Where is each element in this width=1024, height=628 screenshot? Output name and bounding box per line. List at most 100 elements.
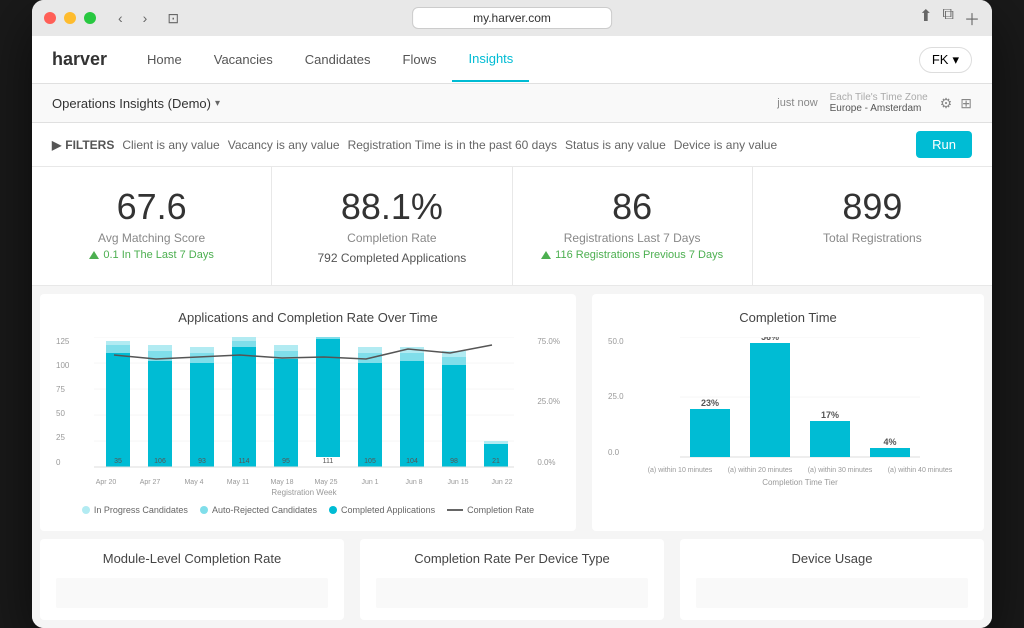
x-label-9: Jun 22 — [480, 479, 524, 486]
svg-text:4%: 4% — [883, 437, 896, 447]
completion-rate-device-chart: Completion Rate Per Device Type — [360, 539, 664, 620]
app-logo: harver — [52, 49, 107, 70]
tab-button[interactable]: ⊡ — [161, 8, 185, 29]
cx-axis-title: Completion Time Tier — [640, 478, 960, 487]
filter-status[interactable]: Status is any value — [565, 138, 666, 152]
svg-text:106: 106 — [154, 458, 166, 465]
up-arrow-icon — [89, 251, 99, 259]
nav-home[interactable]: Home — [131, 37, 198, 82]
metric-value-total: 899 — [773, 187, 972, 227]
applications-bar-chart-svg: 88.6% 35 84.9% 106 — [84, 337, 524, 477]
y-label-25: 25 — [56, 433, 69, 442]
sub-nav-icons: ⚙ ⊞ — [940, 95, 972, 112]
x-label-8: Jun 15 — [436, 479, 480, 486]
svg-text:17%: 17% — [821, 410, 839, 420]
bar-group-8: 89.8% 98 — [442, 337, 466, 467]
y-label-50: 50 — [56, 409, 69, 418]
share-icon[interactable]: ⬆ — [919, 6, 932, 30]
legend-rate-line — [447, 509, 463, 511]
cy-label-25: 25.0 — [608, 392, 624, 401]
module-completion-chart: Module-Level Completion Rate — [40, 539, 344, 620]
device-usage-placeholder — [696, 578, 968, 608]
nav-candidates[interactable]: Candidates — [289, 37, 387, 82]
svg-text:56%: 56% — [761, 337, 779, 342]
x-label-7: Jun 8 — [392, 479, 436, 486]
completion-rate-device-title: Completion Rate Per Device Type — [376, 551, 648, 566]
svg-text:93: 93 — [198, 458, 206, 465]
x-label-0: Apr 20 — [84, 479, 128, 486]
legend-rejected-label: Auto-Rejected Candidates — [212, 505, 317, 515]
grid-icon[interactable]: ⊞ — [960, 95, 972, 112]
filters-text: FILTERS — [65, 138, 114, 152]
title-bar: ‹ › ⊡ my.harver.com ⬆ ⧉ ＋ — [32, 0, 992, 36]
completion-rate-device-placeholder — [376, 578, 648, 608]
svg-text:35: 35 — [114, 458, 122, 465]
user-initials: FK — [932, 52, 949, 67]
nav-vacancies[interactable]: Vacancies — [198, 37, 289, 82]
run-button[interactable]: Run — [916, 131, 972, 158]
completion-chart-svg: 23% 56% 17% 4% — [640, 337, 960, 467]
cx-label-40min: (a) within 40 minutes — [880, 467, 960, 474]
x-label-6: Jun 1 — [348, 479, 392, 486]
completion-y-axis: 50.0 25.0 0.0 — [608, 337, 624, 457]
x-label-4: May 18 — [260, 479, 304, 486]
filter-client[interactable]: Client is any value — [122, 138, 219, 152]
nav-insights[interactable]: Insights — [452, 37, 529, 82]
module-completion-placeholder — [56, 578, 328, 608]
applications-chart-title: Applications and Completion Rate Over Ti… — [56, 310, 560, 325]
browser-toolbar: ⬆ ⧉ ＋ — [919, 6, 980, 30]
completion-time-chart: Completion Time 50.0 25.0 0.0 23% — [592, 294, 984, 531]
add-tab-icon[interactable]: ＋ — [964, 6, 980, 30]
nav-flows[interactable]: Flows — [387, 37, 453, 82]
rate-label-0: 0.0% — [537, 458, 560, 467]
bar-group-1: 84.9% 106 — [148, 337, 172, 467]
x-axis-labels: Apr 20 Apr 27 May 4 May 11 May 18 May 25… — [84, 479, 524, 486]
chevron-down-icon: ▾ — [952, 52, 959, 68]
forward-button[interactable]: › — [137, 8, 154, 28]
comp-bar-20min — [750, 343, 790, 457]
filter-registration-time[interactable]: Registration Time is in the past 60 days — [348, 138, 557, 152]
metrics-row: 67.6 Avg Matching Score 0.1 In The Last … — [32, 167, 992, 286]
svg-text:104: 104 — [406, 458, 418, 465]
duplicate-icon[interactable]: ⧉ — [943, 6, 954, 30]
legend-completed: Completed Applications — [329, 505, 435, 515]
dropdown-arrow-icon: ▾ — [215, 98, 220, 109]
user-menu[interactable]: FK ▾ — [919, 47, 972, 73]
svg-text:21: 21 — [492, 458, 500, 465]
filter-vacancy[interactable]: Vacancy is any value — [228, 138, 340, 152]
metric-label-registrations: Registrations Last 7 Days — [533, 231, 732, 245]
chart-legend: In Progress Candidates Auto-Rejected Can… — [56, 505, 560, 515]
y-axis: 125 100 75 50 25 0 — [56, 337, 69, 467]
timezone-label: Each Tile's Time Zone Europe - Amsterdam — [830, 92, 928, 114]
module-completion-title: Module-Level Completion Rate — [56, 551, 328, 566]
address-bar[interactable]: my.harver.com — [412, 7, 612, 29]
svg-text:98: 98 — [450, 458, 458, 465]
settings-icon[interactable]: ⚙ — [940, 95, 953, 112]
sub-nav-right: just now Each Tile's Time Zone Europe - … — [777, 92, 972, 114]
legend-completed-dot — [329, 506, 337, 514]
filters-label: ▶ FILTERS — [52, 138, 114, 152]
back-button[interactable]: ‹ — [112, 8, 129, 28]
minimize-button[interactable] — [64, 12, 76, 24]
dashboard-selector[interactable]: Operations Insights (Demo) ▾ — [52, 96, 220, 111]
x-label-1: Apr 27 — [128, 479, 172, 486]
metric-sub-completion: 792 Completed Applications — [292, 251, 491, 265]
y-label-75: 75 — [56, 385, 69, 394]
svg-text:105: 105 — [364, 458, 376, 465]
app-nav: harver Home Vacancies Candidates Flows I… — [32, 36, 992, 84]
maximize-button[interactable] — [84, 12, 96, 24]
metric-label-completion: Completion Rate — [292, 231, 491, 245]
close-button[interactable] — [44, 12, 56, 24]
metric-value-registrations: 86 — [533, 187, 732, 227]
svg-text:23%: 23% — [701, 398, 719, 408]
bottom-row: Module-Level Completion Rate Completion … — [32, 539, 992, 628]
filter-device[interactable]: Device is any value — [674, 138, 777, 152]
completion-x-labels: (a) within 10 minutes (a) within 20 minu… — [640, 467, 960, 474]
metric-total-registrations: 899 Total Registrations — [753, 167, 992, 285]
legend-rate-label: Completion Rate — [467, 505, 534, 515]
legend-rejected: Auto-Rejected Candidates — [200, 505, 317, 515]
y-label-100: 100 — [56, 361, 69, 370]
applications-chart: Applications and Completion Rate Over Ti… — [40, 294, 576, 531]
svg-text:95: 95 — [282, 458, 290, 465]
comp-bar-40min — [870, 448, 910, 457]
